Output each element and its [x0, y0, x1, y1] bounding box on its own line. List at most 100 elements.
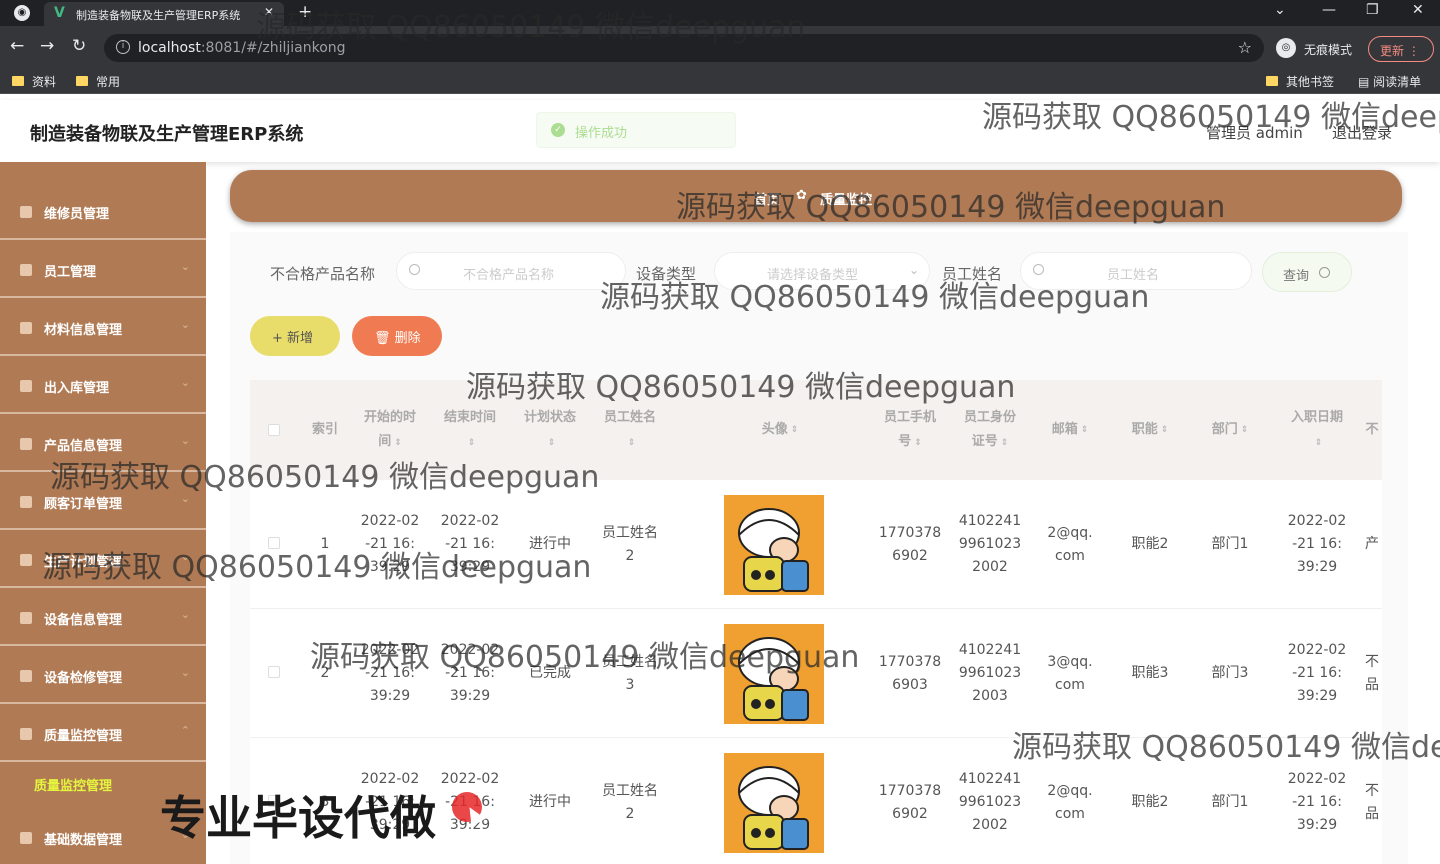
- sidebar-item-quality[interactable]: 质量监控管理 ⌃: [0, 706, 206, 762]
- chevron-down-icon: ⌄: [180, 376, 190, 389]
- close-window-icon[interactable]: ✕: [1412, 2, 1424, 18]
- header-avatar[interactable]: 头像 ⇕: [670, 380, 890, 480]
- back-icon[interactable]: ←: [10, 36, 24, 56]
- sidebar-item-device[interactable]: 设备信息管理 ⌄: [0, 590, 206, 646]
- delete-button[interactable]: 🗑 删除: [352, 316, 442, 356]
- menu-icon: [20, 728, 32, 740]
- sort-icon: ⇕: [394, 437, 402, 448]
- reload-icon[interactable]: ↻: [72, 36, 86, 56]
- incognito-label: 无痕模式: [1304, 43, 1353, 57]
- sidebar-item-employee[interactable]: 员工管理 ⌄: [0, 242, 206, 298]
- sidebar-item-inspection[interactable]: 设备检修管理 ⌄: [0, 648, 206, 704]
- star-icon: ✿: [796, 188, 807, 203]
- bookmark-folder[interactable]: 常用: [76, 73, 120, 90]
- new-tab-icon[interactable]: +: [298, 2, 312, 22]
- header-status[interactable]: 计划状态 ⇕: [510, 380, 590, 480]
- cell-index: 1: [320, 536, 330, 552]
- sort-icon: ⇕: [1000, 437, 1009, 448]
- breadcrumb-home[interactable]: 首页: [754, 189, 780, 208]
- folder-icon: [76, 76, 88, 86]
- info-icon[interactable]: i: [116, 40, 130, 54]
- add-button[interactable]: + 新增: [250, 316, 340, 356]
- chevron-down-icon: ⌄: [180, 434, 190, 447]
- cell-start: 2022-02 -21 16: 39:29: [360, 642, 420, 704]
- cell-phone: 1770378 6902: [878, 524, 942, 564]
- cell-defect: 不品: [1365, 782, 1379, 822]
- select-all-checkbox[interactable]: [268, 424, 280, 436]
- chevron-down-icon: ⌄: [908, 263, 919, 277]
- breadcrumb: 首页 ✿ 质量监控: [230, 170, 1402, 222]
- bookmark-star-icon[interactable]: ☆: [1238, 38, 1252, 57]
- minimize-icon[interactable]: —: [1322, 2, 1336, 18]
- sidebar-item-order[interactable]: 顾客订单管理 ⌄: [0, 474, 206, 530]
- close-tab-icon[interactable]: ✕: [264, 5, 274, 19]
- sidebar-item-product[interactable]: 产品信息管理 ⌄: [0, 416, 206, 472]
- row-checkbox[interactable]: [268, 537, 280, 549]
- header-idcard[interactable]: 员工身份 证号 ⇕: [950, 380, 1030, 480]
- bookmark-folder[interactable]: 资料: [12, 73, 56, 90]
- main-panel: 不合格产品名称 不合格产品名称 设备类型 请选择设备类型 ⌄ 员工姓名 员工姓名…: [230, 232, 1408, 864]
- sort-icon: ⇕: [1080, 425, 1089, 435]
- cell-idcard: 4102241 9961023 2002: [958, 771, 1022, 833]
- menu-icon: [20, 322, 32, 334]
- cell-phone: 1770378 6903: [878, 653, 942, 693]
- cell-status: 已完成: [529, 665, 571, 681]
- employee-search-input[interactable]: 员工姓名: [1020, 252, 1252, 290]
- avatar: [724, 623, 824, 724]
- tab-title: 制造装备物联及生产管理ERP系统: [76, 9, 241, 22]
- menu-icon: [20, 612, 32, 624]
- sidebar-item-stock[interactable]: 出入库管理 ⌄: [0, 358, 206, 414]
- cell-hire-date: 2022-02 -21 16: 39:29: [1287, 771, 1347, 833]
- cell-email: 2@qq. com: [1047, 782, 1093, 822]
- sort-icon: ⇕: [467, 437, 476, 448]
- chevron-down-icon: ⌄: [180, 550, 190, 563]
- header-department[interactable]: 部门 ⇕: [1190, 380, 1270, 480]
- header-end[interactable]: 结束时间 ⇕: [430, 380, 510, 480]
- header-email[interactable]: 邮箱 ⇕: [1030, 380, 1110, 480]
- product-search-input[interactable]: 不合格产品名称: [396, 252, 626, 290]
- header-hire-date[interactable]: 入职日期 ⇕: [1272, 380, 1362, 480]
- cell-defect: 产: [1365, 536, 1379, 552]
- header-phone[interactable]: 员工手机号 ⇕: [870, 380, 950, 480]
- table-row[interactable]: 1 2022-02 -21 16: 39:29 2022-02 -21 16: 39:29 进…: [250, 480, 1382, 609]
- cell-status: 进行中: [529, 536, 571, 552]
- app-header: 制造装备物联及生产管理ERP系统 ✓ 操作成功 管理员 admin 退出登录: [0, 100, 1440, 162]
- menu-icon: [20, 832, 32, 844]
- sort-icon: ⇕: [1314, 437, 1323, 448]
- cell-end: 2022-02-21 16:39:29: [440, 642, 500, 704]
- product-filter-label: 不合格产品名称: [270, 265, 376, 283]
- sort-icon: ⇕: [790, 425, 799, 435]
- menu-icon: [20, 380, 32, 392]
- tab-search-icon[interactable]: ⌄: [1274, 2, 1286, 18]
- sidebar-item-repairman[interactable]: 维修员管理: [0, 184, 206, 240]
- header-index: 索引: [311, 422, 338, 437]
- url-field[interactable]: i localhost:8081/#/zhiljiankong ☆: [104, 34, 1264, 62]
- cell-idcard: 4102241 9961023 2003: [958, 642, 1022, 704]
- reading-list[interactable]: ▤ 阅读清单: [1358, 73, 1421, 90]
- header-start[interactable]: 开始的时间 ⇕: [350, 380, 430, 480]
- table-row[interactable]: 2 2022-02 -21 16: 39:29 2022-02 -21 16: 39:29 已…: [250, 609, 1382, 738]
- sidebar: 维修员管理 员工管理 ⌄ 材料信息管理 ⌄ 出入库管理 ⌄ 产品信息管理 ⌄ 顾客订单管…: [0, 162, 206, 864]
- success-toast: ✓ 操作成功: [536, 112, 736, 148]
- device-type-select[interactable]: 请选择设备类型 ⌄: [714, 252, 930, 290]
- chevron-down-icon: ⌄: [180, 666, 190, 679]
- maximize-icon[interactable]: ❐: [1366, 2, 1379, 18]
- browser-tab[interactable]: V 制造装备物联及生产管理ERP系统 ✕: [44, 2, 284, 26]
- header-function[interactable]: 职能 ⇕: [1110, 380, 1190, 480]
- row-checkbox[interactable]: [268, 666, 280, 678]
- cell-name: 员工姓名 2: [602, 782, 658, 822]
- chevron-down-icon: ⌄: [180, 318, 190, 331]
- sidebar-item-material[interactable]: 材料信息管理 ⌄: [0, 300, 206, 356]
- other-bookmarks[interactable]: 其他书签: [1266, 73, 1334, 90]
- forward-icon[interactable]: →: [40, 36, 54, 56]
- cell-phone: 1770378 6902: [878, 782, 942, 822]
- cell-avatar: [724, 480, 824, 609]
- menu-icon: [20, 264, 32, 276]
- menu-icon: [20, 554, 32, 566]
- update-button[interactable]: 更新 ⋮: [1368, 36, 1434, 62]
- query-button[interactable]: 查询: [1262, 252, 1352, 292]
- menu-icon: [20, 496, 32, 508]
- logout-link[interactable]: 退出登录: [1332, 122, 1392, 143]
- sidebar-item-plan[interactable]: 生产计划管理 ⌄: [0, 532, 206, 588]
- header-name[interactable]: 员工姓名 ⇕: [590, 380, 670, 480]
